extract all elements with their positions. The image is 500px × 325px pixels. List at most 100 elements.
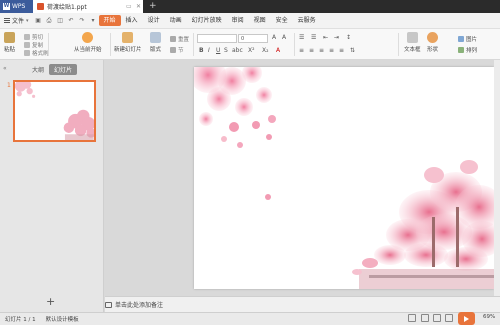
- slide-thumbnail[interactable]: [13, 80, 96, 142]
- subscript-icon[interactable]: X₂: [262, 47, 269, 54]
- font-color-icon[interactable]: A: [276, 47, 280, 54]
- menu-tab-cloud[interactable]: 云服务: [293, 15, 321, 26]
- shape-button[interactable]: 形状: [427, 32, 438, 53]
- play-from-current-button[interactable]: 从当前开始: [74, 32, 102, 53]
- increase-indent-icon[interactable]: ⇥: [334, 34, 339, 41]
- menu-tab-slideshow[interactable]: 幻灯片放映: [187, 15, 227, 26]
- paste-button[interactable]: 粘贴: [4, 32, 15, 53]
- underline-icon[interactable]: U: [216, 47, 220, 54]
- line-spacing-icon[interactable]: ↕: [346, 34, 351, 41]
- notes-icon: [105, 301, 112, 308]
- ribbon-divider: [398, 33, 399, 56]
- text-direction-icon[interactable]: ⇅: [350, 47, 355, 54]
- file-menu[interactable]: 文件 ▾: [0, 13, 33, 29]
- panel-tabs: 大纲 幻灯片: [0, 63, 104, 75]
- notes-toggle-icon[interactable]: [408, 314, 416, 322]
- brush-icon: [24, 50, 30, 56]
- layout-button[interactable]: 版式: [150, 32, 161, 53]
- ribbon-toolbar: 粘贴 剪切 复制 格式刷 从当前开始 新建幻灯片 版式 重置 节 0 A A B…: [0, 29, 500, 60]
- normal-view-icon[interactable]: [421, 314, 429, 322]
- new-tab-icon[interactable]: +: [149, 0, 157, 13]
- strikethrough-icon[interactable]: abc: [232, 47, 243, 54]
- shadow-icon[interactable]: S: [224, 47, 228, 54]
- justify-icon[interactable]: ≡: [329, 47, 334, 54]
- cherry-blossom-background-image: [194, 67, 494, 289]
- preview-icon[interactable]: ◫: [57, 17, 64, 24]
- menu-tab-review[interactable]: 审阅: [227, 15, 249, 26]
- numbered-list-icon[interactable]: ☰: [311, 34, 316, 41]
- slide-editor[interactable]: [194, 67, 494, 289]
- align-center-icon[interactable]: ≡: [309, 47, 314, 54]
- scissors-icon: [24, 34, 30, 40]
- text-box-button[interactable]: 文本框: [404, 32, 421, 53]
- menu-tab-animation[interactable]: 动画: [165, 15, 187, 26]
- text-box-label: 文本框: [404, 47, 421, 53]
- picture-button[interactable]: 图片: [458, 35, 477, 43]
- add-slide-button[interactable]: +: [46, 295, 55, 308]
- font-family-select[interactable]: [197, 34, 237, 43]
- menu-tab-design[interactable]: 设计: [143, 15, 165, 26]
- new-slide-label: 新建幻灯片: [114, 47, 142, 53]
- italic-icon[interactable]: I: [208, 47, 210, 54]
- reset-icon: [170, 36, 176, 42]
- notes-placeholder: 单击此处添加备注: [115, 302, 164, 309]
- ribbon-divider: [48, 33, 49, 56]
- layout-icon: [150, 32, 161, 43]
- customize-icon[interactable]: ▾: [90, 17, 97, 24]
- wps-app-tab[interactable]: W WPS: [0, 0, 33, 13]
- align-right-icon[interactable]: ≡: [319, 47, 324, 54]
- save-icon[interactable]: ▣: [35, 17, 42, 24]
- notes-pane[interactable]: 单击此处添加备注: [105, 296, 500, 312]
- chevron-down-icon: ▾: [26, 17, 29, 24]
- redo-icon[interactable]: ↷: [79, 17, 86, 24]
- reset-label: 重置: [178, 37, 190, 43]
- arrange-button[interactable]: 排列: [458, 46, 477, 54]
- hamburger-icon: [4, 18, 10, 23]
- slide-count-label: 幻灯片 1 / 1: [5, 317, 36, 323]
- slideshow-play-button[interactable]: [458, 312, 475, 325]
- shape-label: 形状: [427, 47, 439, 53]
- menu-tab-security[interactable]: 安全: [271, 15, 293, 26]
- document-tab-title: 荷渡绘贴1.ppt: [47, 4, 87, 11]
- new-slide-icon: [122, 32, 134, 43]
- section-button[interactable]: 节: [170, 46, 184, 54]
- print-icon[interactable]: ⎙: [46, 17, 53, 24]
- grow-font-icon[interactable]: A: [272, 34, 276, 41]
- cut-button[interactable]: 剪切: [24, 33, 43, 41]
- vertical-scrollbar[interactable]: [494, 60, 500, 296]
- slide-panel: « 大纲 幻灯片 1 +: [0, 60, 104, 312]
- distribute-icon[interactable]: ≡: [339, 47, 344, 54]
- new-slide-button[interactable]: 新建幻灯片: [114, 32, 142, 53]
- restore-tab-icon[interactable]: ▭: [126, 3, 132, 10]
- picture-label: 图片: [466, 37, 478, 43]
- play-icon: [464, 315, 469, 322]
- reading-view-icon[interactable]: [445, 314, 453, 322]
- undo-icon[interactable]: ↶: [68, 17, 75, 24]
- bullet-list-icon[interactable]: ☰: [299, 34, 304, 41]
- paste-icon: [4, 32, 15, 43]
- copy-button[interactable]: 复制: [24, 41, 43, 49]
- zoom-level[interactable]: 69%: [483, 314, 495, 320]
- menu-tab-view[interactable]: 视图: [249, 15, 271, 26]
- align-left-icon[interactable]: ≡: [299, 47, 304, 54]
- reset-button[interactable]: 重置: [170, 35, 189, 43]
- menu-tab-home[interactable]: 开始: [98, 15, 121, 26]
- file-menu-label: 文件: [12, 18, 25, 25]
- slide-sorter-view-icon[interactable]: [433, 314, 441, 322]
- superscript-icon[interactable]: X²: [248, 47, 255, 54]
- shape-icon: [427, 32, 438, 43]
- ribbon-divider: [110, 33, 111, 56]
- bold-icon[interactable]: B: [199, 47, 204, 54]
- tab-slides[interactable]: 幻灯片: [49, 63, 78, 75]
- format-painter-button[interactable]: 格式刷: [24, 49, 49, 57]
- close-tab-icon[interactable]: ✕: [136, 3, 141, 10]
- shrink-font-icon[interactable]: A: [282, 34, 286, 41]
- copy-icon: [24, 42, 30, 48]
- menu-tab-insert[interactable]: 插入: [121, 15, 143, 26]
- tab-outline[interactable]: 大纲: [27, 64, 49, 75]
- menu-bar: 文件 ▾ ▣ ⎙ ◫ ↶ ↷ ▾ 开始 插入 设计 动画 幻灯片放映 审阅 视图…: [0, 13, 500, 29]
- decrease-indent-icon[interactable]: ⇤: [323, 34, 328, 41]
- font-size-select[interactable]: 0: [238, 34, 268, 43]
- section-label: 节: [178, 48, 184, 54]
- section-icon: [170, 47, 176, 53]
